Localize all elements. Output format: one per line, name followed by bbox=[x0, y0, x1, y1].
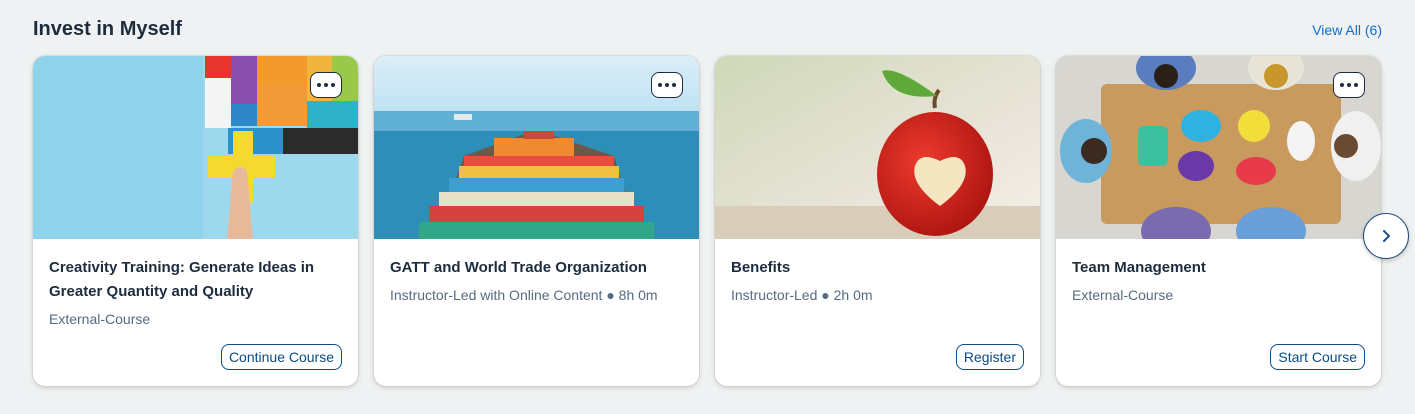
red-apple-heart-image bbox=[715, 56, 1040, 239]
card-subtitle: Instructor-Led ● 2h 0m bbox=[731, 287, 873, 303]
more-options-button[interactable] bbox=[310, 72, 342, 98]
chevron-right-icon bbox=[1383, 230, 1390, 242]
register-button[interactable]: Register bbox=[955, 344, 1024, 370]
card-title[interactable]: Creativity Training: Generate Ideas in G… bbox=[49, 256, 344, 304]
ellipsis-icon bbox=[1340, 83, 1344, 87]
view-all-link[interactable]: View All (6) bbox=[1312, 22, 1382, 38]
section-title: Invest in Myself bbox=[33, 18, 182, 40]
course-card[interactable]: Creativity Training: Generate Ideas in G… bbox=[33, 56, 358, 386]
carousel-next-button[interactable] bbox=[1363, 213, 1409, 259]
ellipsis-icon bbox=[658, 83, 662, 87]
card-title[interactable]: Benefits bbox=[731, 256, 1026, 280]
continue-course-button[interactable]: Continue Course bbox=[220, 344, 342, 370]
card-title[interactable]: GATT and World Trade Organization bbox=[390, 256, 685, 280]
course-card[interactable]: GATT and World Trade Organization Instru… bbox=[374, 56, 699, 386]
course-card[interactable]: Team Management External-Course Start Co… bbox=[1056, 56, 1381, 386]
more-options-button[interactable] bbox=[651, 72, 683, 98]
more-options-button[interactable] bbox=[1333, 72, 1365, 98]
card-subtitle: External-Course bbox=[1072, 287, 1174, 303]
ellipsis-icon bbox=[317, 83, 321, 87]
course-card[interactable]: Benefits Instructor-Led ● 2h 0m Register bbox=[715, 56, 1040, 386]
card-subtitle: Instructor-Led with Online Content ● 8h … bbox=[390, 287, 658, 303]
card-subtitle: External-Course bbox=[49, 311, 151, 327]
start-course-button[interactable]: Start Course bbox=[1270, 344, 1365, 370]
card-title[interactable]: Team Management bbox=[1072, 256, 1367, 280]
